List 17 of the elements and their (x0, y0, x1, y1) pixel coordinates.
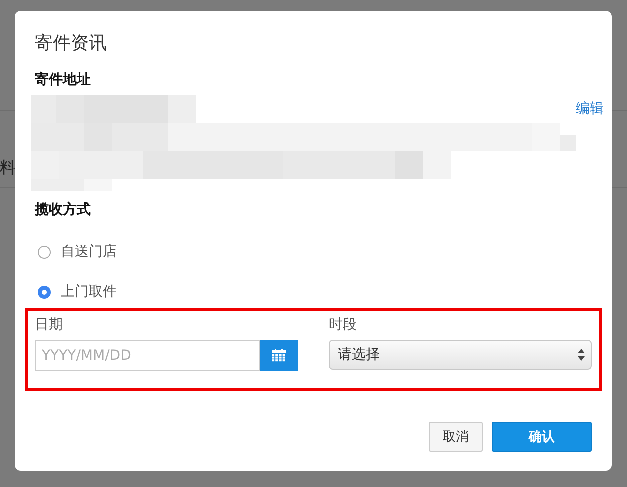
field-label: 时段 (329, 316, 358, 334)
field-label: 日期 (35, 316, 64, 334)
calendar-icon (272, 349, 286, 362)
cancel-button[interactable]: 取消 (429, 422, 483, 452)
date-field[interactable]: YYYY/MM/DD (35, 340, 260, 371)
calendar-button[interactable] (260, 340, 298, 371)
background-text: 料 (0, 158, 16, 179)
radio-option[interactable]: 上门取件 (38, 283, 592, 301)
radio-button[interactable] (38, 246, 51, 258)
time-slot-select[interactable]: 请选择 (329, 340, 592, 370)
radio-option[interactable]: 自送门店 (38, 243, 592, 261)
section-label: 寄件地址 (35, 71, 92, 89)
edit-link[interactable]: 编辑 (576, 100, 604, 118)
radio-button[interactable] (38, 286, 51, 298)
dialog-title: 寄件资讯 (35, 32, 108, 55)
section-label: 揽收方式 (35, 201, 92, 219)
up-down-arrows-icon (578, 349, 585, 361)
